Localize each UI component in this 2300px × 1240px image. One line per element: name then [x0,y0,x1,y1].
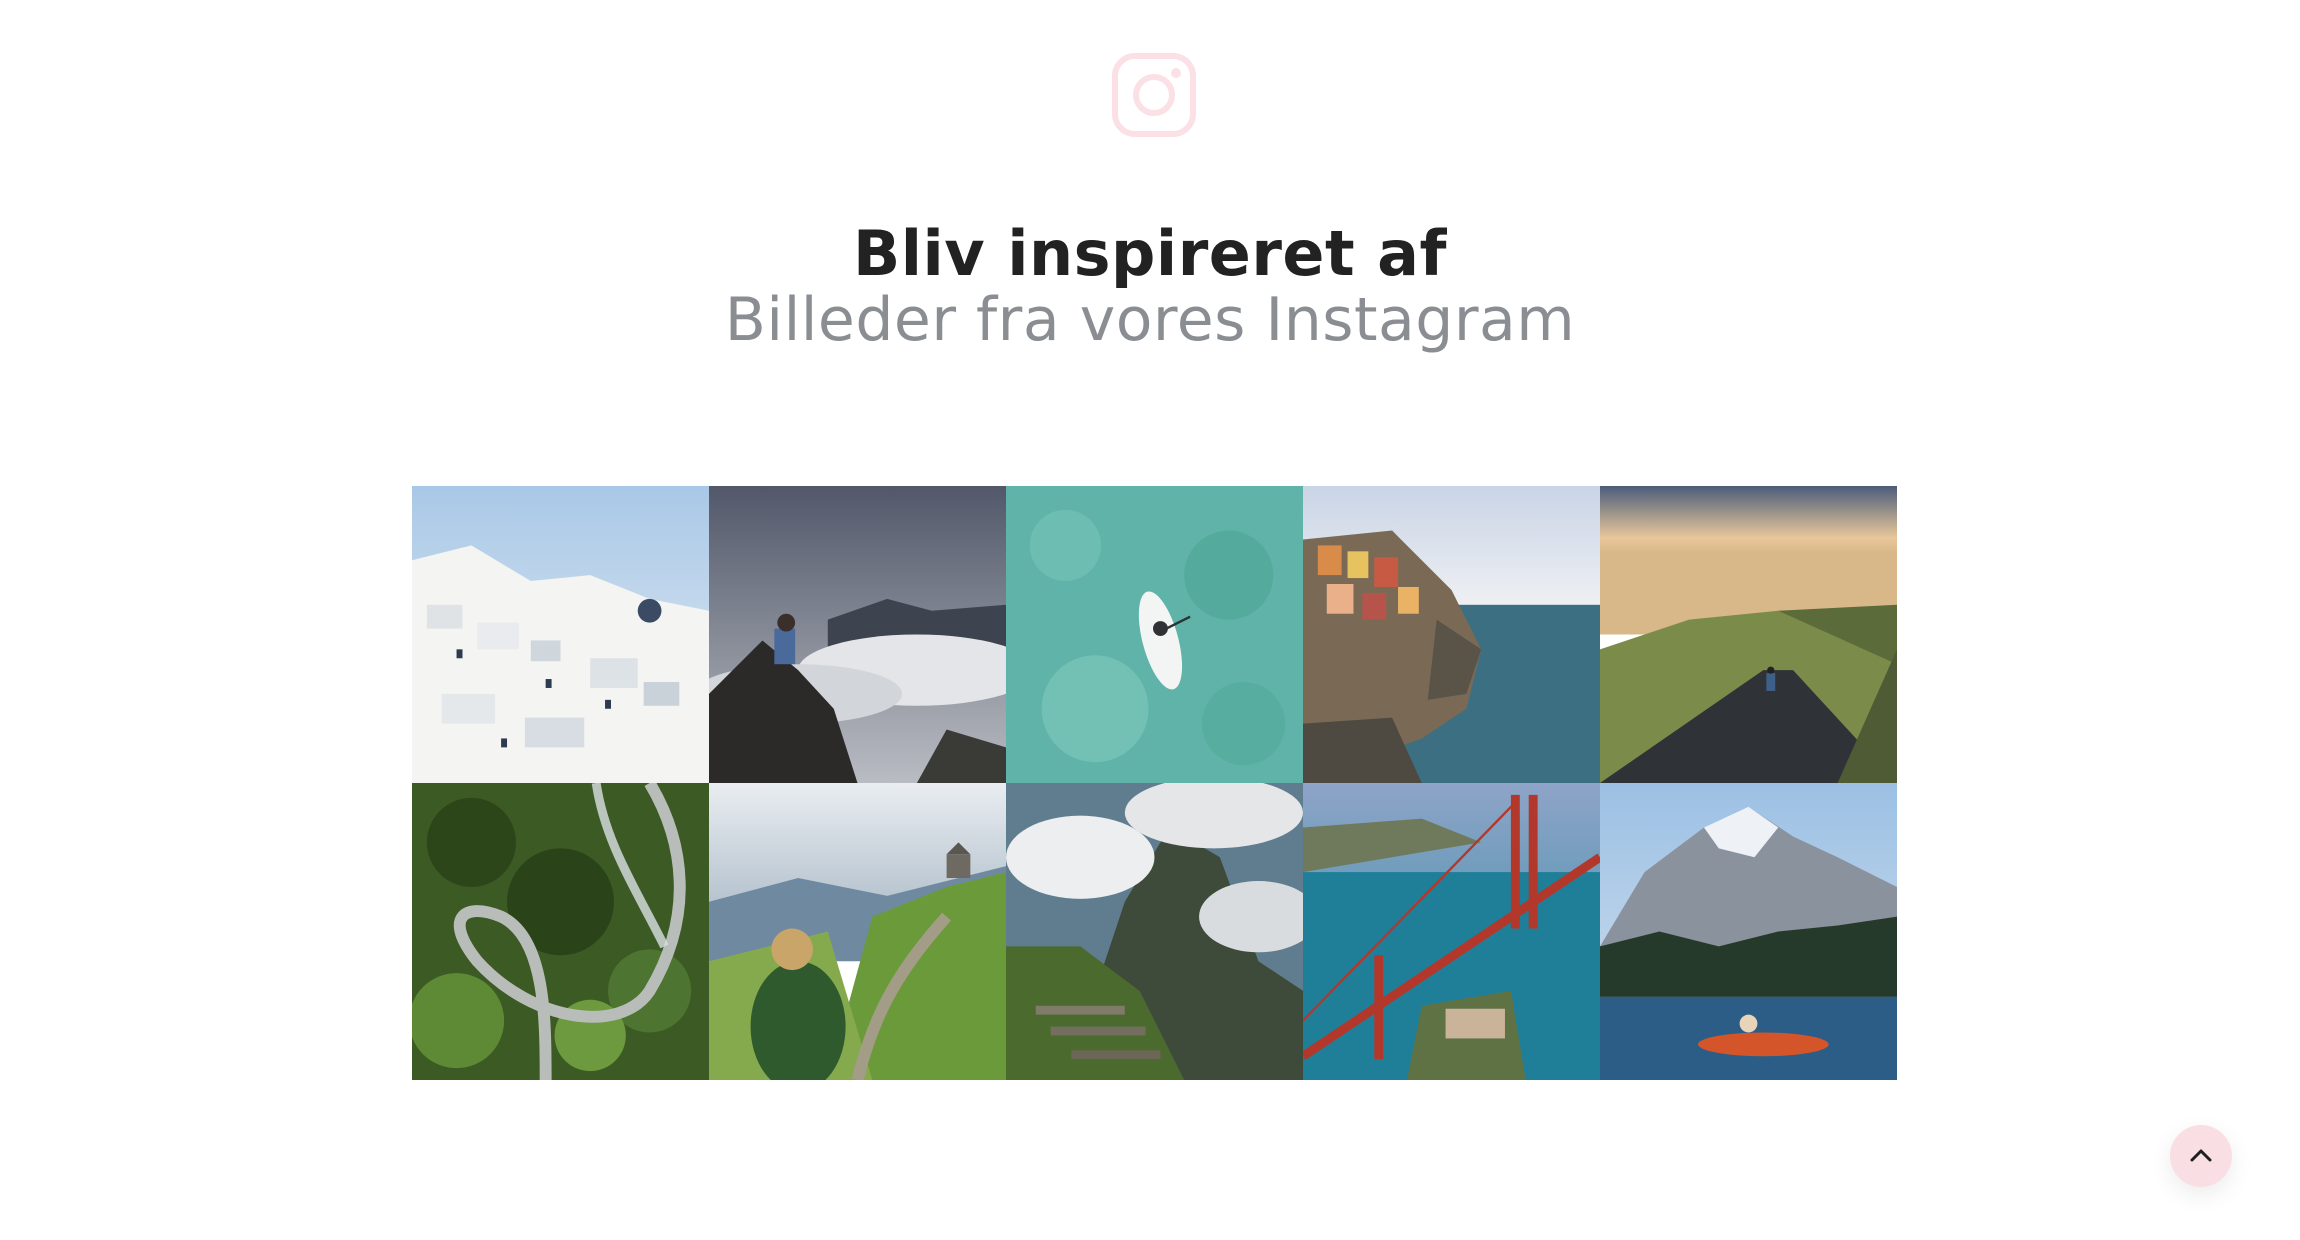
gallery-photo-santorini[interactable] [412,486,709,783]
chevron-up-icon [2190,1149,2212,1162]
gallery-photo-mountain-photographer[interactable] [709,486,1006,783]
section-heading: Bliv inspireret af [853,217,1447,290]
gallery-photo-paddleboard[interactable] [1006,486,1303,783]
gallery-photo-winding-road[interactable] [412,783,709,1080]
gallery-photo-hiker-valley[interactable] [709,783,1006,1080]
section-subheading: Billeder fra vores Instagram [724,285,1576,355]
scroll-to-top-button[interactable] [2170,1125,2232,1187]
gallery-photo-cinque-terre[interactable] [1303,486,1600,783]
gallery-photo-cyclist-road[interactable] [1600,486,1897,783]
instagram-gallery [412,486,1897,1080]
gallery-photo-machu-picchu[interactable] [1006,783,1303,1080]
gallery-photo-golden-gate[interactable] [1303,783,1600,1080]
gallery-photo-kayak-lake[interactable] [1600,783,1897,1080]
instagram-icon[interactable] [1111,52,1197,138]
